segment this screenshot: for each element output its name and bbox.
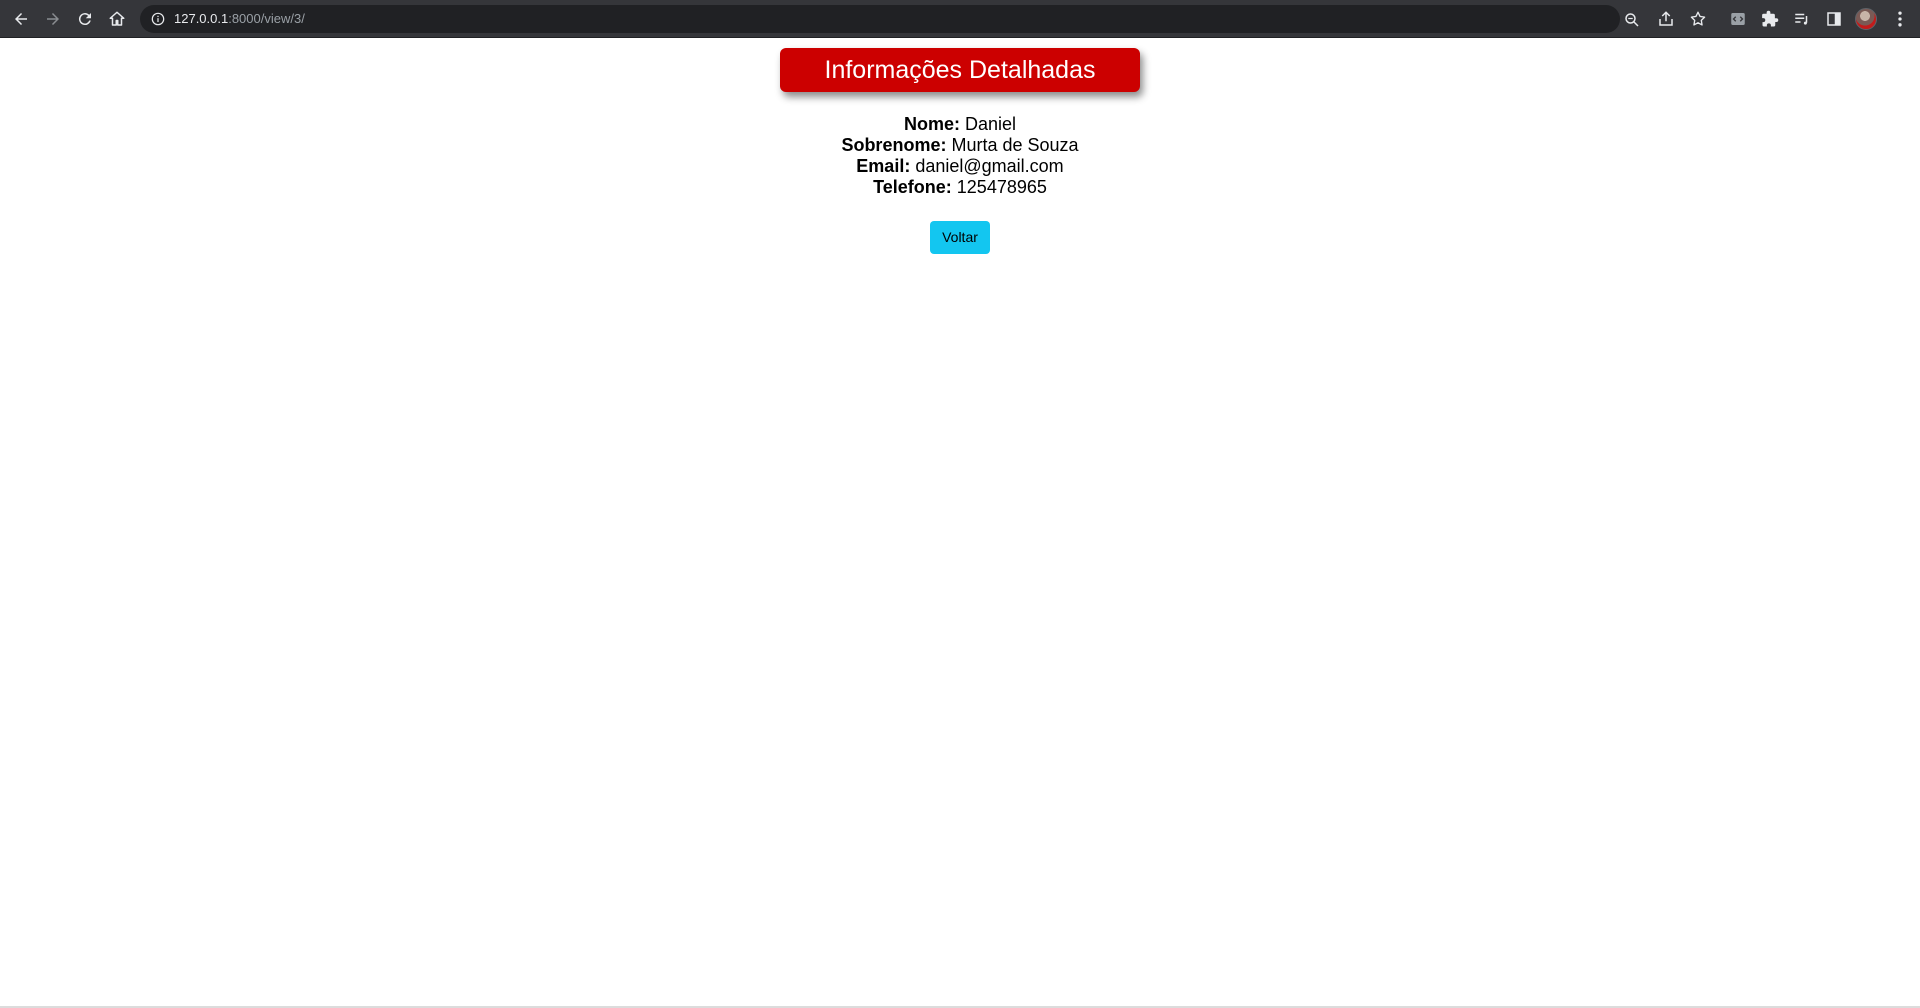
extensions-button[interactable] xyxy=(1759,8,1781,30)
detail-label: Telefone: xyxy=(873,177,952,197)
puzzle-icon xyxy=(1762,10,1779,27)
detail-label: Sobrenome: xyxy=(841,135,947,155)
forward-button[interactable] xyxy=(40,6,66,32)
home-icon xyxy=(109,11,125,26)
detail-label: Nome: xyxy=(903,114,960,134)
detail-row-email: Email: daniel@gmail.com xyxy=(0,156,1920,177)
detail-row-telefone: Telefone: 125478965 xyxy=(0,177,1920,198)
detail-value: daniel@gmail.com xyxy=(915,156,1064,176)
home-button[interactable] xyxy=(104,6,130,32)
side-panel-icon xyxy=(1827,12,1841,26)
browser-toolbar: 127.0.0.1:8000/view/3/ xyxy=(0,0,1920,38)
reading-list-button[interactable] xyxy=(1791,8,1813,30)
address-bar[interactable]: 127.0.0.1:8000/view/3/ xyxy=(140,5,1639,33)
info-icon[interactable] xyxy=(151,12,165,26)
reload-button[interactable] xyxy=(72,6,98,32)
kebab-menu-icon[interactable] xyxy=(1890,9,1910,29)
share-icon[interactable] xyxy=(1657,10,1675,28)
reading-list-icon xyxy=(1795,13,1808,25)
side-panel-button[interactable] xyxy=(1823,8,1845,30)
detail-label: Email: xyxy=(856,156,911,176)
page-content: Informações Detalhadas Nome: Daniel Sobr… xyxy=(0,38,1920,1008)
detail-value: 125478965 xyxy=(956,177,1047,197)
forward-arrow-icon xyxy=(47,13,59,25)
detail-value: Daniel xyxy=(965,114,1017,134)
star-icon[interactable] xyxy=(1689,10,1707,28)
back-arrow-icon xyxy=(15,13,27,25)
url-path: :8000/view/3/ xyxy=(228,11,305,26)
url-host: 127.0.0.1 xyxy=(174,11,229,26)
back-link-button[interactable]: Voltar xyxy=(930,221,990,254)
code-extension-button[interactable] xyxy=(1727,8,1749,30)
detail-row-sobrenome: Sobrenome: Murta de Souza xyxy=(0,135,1920,156)
reload-icon xyxy=(78,13,91,26)
detail-value: Murta de Souza xyxy=(951,135,1079,155)
zoom-icon[interactable] xyxy=(1623,11,1641,29)
avatar[interactable] xyxy=(1855,8,1877,30)
detail-row-nome: Nome: Daniel xyxy=(0,114,1920,135)
page-title: Informações Detalhadas xyxy=(780,48,1140,92)
back-button[interactable] xyxy=(8,6,34,32)
details-list: Nome: Daniel Sobrenome: Murta de Souza E… xyxy=(0,114,1920,198)
code-extension-icon xyxy=(1731,13,1745,25)
url-text[interactable]: 127.0.0.1:8000/view/3/ xyxy=(174,11,305,27)
